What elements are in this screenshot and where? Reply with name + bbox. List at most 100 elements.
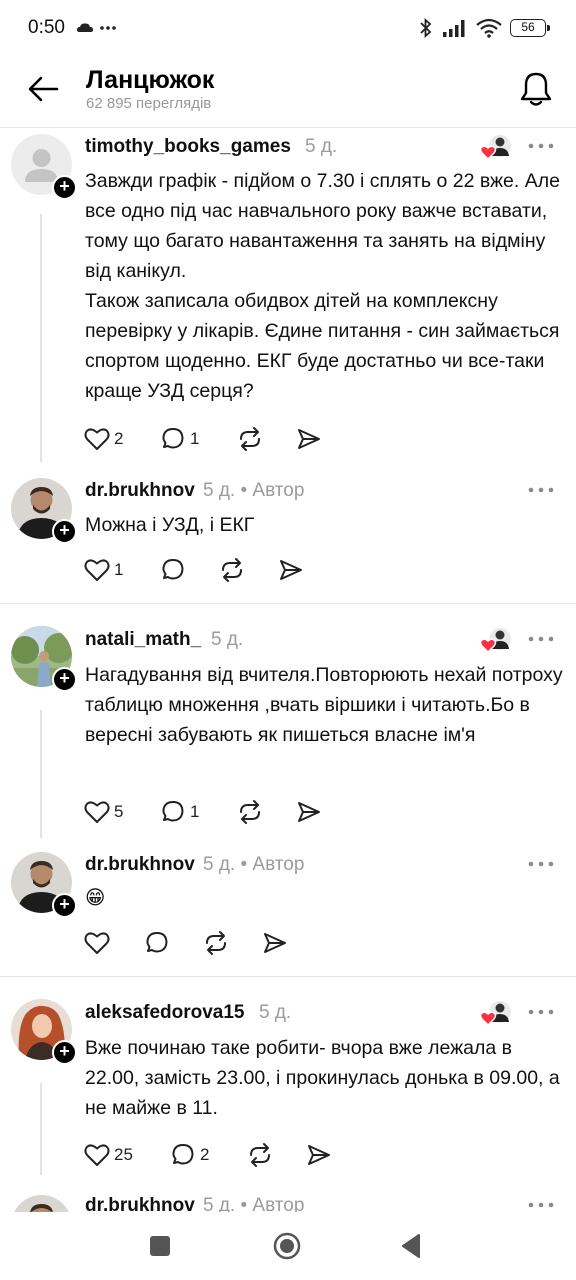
like-button[interactable]	[84, 929, 110, 957]
follow-plus-icon[interactable]: +	[52, 175, 77, 200]
like-button[interactable]: 25	[84, 1141, 133, 1169]
username[interactable]: dr.brukhnov	[85, 854, 195, 876]
send-icon	[280, 560, 302, 580]
share-button[interactable]	[306, 1141, 332, 1169]
system-nav-bar	[0, 1212, 576, 1280]
send-icon	[298, 802, 320, 822]
post-text: Вже починаю таке робити- вчора вже лежал…	[85, 1037, 566, 1119]
post: + natali_math_ 5 д. Нагадування від вчит…	[0, 604, 576, 844]
reply-button[interactable]: 1	[160, 425, 199, 453]
post-text: Можна і УЗД, і ЕКГ	[85, 514, 255, 536]
author-tag: • Автор	[240, 480, 305, 501]
post-text: 😁	[85, 887, 106, 909]
like-count: 25	[114, 1145, 133, 1164]
post: + dr.brukhnov 5 д. • Автор Можна і УЗД, …	[0, 465, 576, 603]
heart-icon	[84, 559, 110, 581]
post: dr.brukhnov 5 д. • Автор	[0, 1179, 576, 1212]
reply-count: 2	[200, 1145, 210, 1164]
cloud-icon	[77, 23, 93, 32]
back-arrow-icon[interactable]	[26, 74, 60, 104]
username[interactable]: dr.brukhnov	[85, 1195, 195, 1212]
home-circle-icon[interactable]	[272, 1231, 302, 1261]
repost-button[interactable]	[236, 425, 264, 453]
reply-button[interactable]: 1	[160, 798, 199, 826]
thread-feed[interactable]: + timothy_books_games 5 д. Завжди графік…	[0, 129, 576, 1212]
repost-icon	[250, 1143, 270, 1167]
signal-icon	[443, 20, 465, 37]
like-count: 2	[114, 429, 124, 448]
post: + timothy_books_games 5 д. Завжди графік…	[0, 129, 576, 465]
battery-icon: 56	[510, 19, 550, 37]
post-time: 5 д. • Автор	[203, 854, 305, 875]
status-bar: 0:50 56	[0, 0, 576, 58]
repost-button[interactable]	[202, 929, 230, 957]
post-time: 5 д.	[211, 629, 244, 650]
repost-button[interactable]	[246, 1141, 274, 1169]
status-time: 0:50	[28, 17, 65, 38]
like-count: 1	[114, 560, 124, 579]
post-actions: 25 2	[84, 1141, 344, 1169]
post-time: 5 д.	[305, 136, 338, 157]
bell-icon[interactable]	[518, 70, 554, 108]
like-button[interactable]: 5	[84, 798, 123, 826]
like-button[interactable]: 2	[84, 425, 123, 453]
username[interactable]: timothy_books_games	[85, 136, 291, 158]
post-actions	[84, 929, 294, 957]
author-liked-icon	[479, 628, 511, 654]
reply-button[interactable]: 2	[170, 1141, 209, 1169]
repost-icon	[240, 800, 260, 824]
comment-icon	[172, 1144, 194, 1165]
username[interactable]: aleksafedorova15	[85, 1002, 245, 1024]
post-actions: 5 1	[84, 798, 344, 826]
thread-line	[40, 1083, 42, 1175]
post-time: 5 д. • Автор	[203, 480, 305, 501]
send-icon	[308, 1145, 330, 1165]
like-button[interactable]: 1	[84, 556, 123, 584]
comment-icon	[162, 801, 184, 822]
like-count: 5	[114, 802, 124, 821]
more-options-icon[interactable]	[528, 1007, 554, 1017]
repost-button[interactable]	[218, 556, 246, 584]
repost-button[interactable]	[236, 798, 264, 826]
post-actions: 1	[84, 556, 314, 584]
follow-plus-icon[interactable]: +	[52, 1040, 77, 1065]
post-text: Нагадування від вчителя.Повторюють нехай…	[85, 664, 569, 746]
heart-icon	[84, 801, 110, 823]
repost-icon	[222, 558, 242, 582]
recents-square-icon[interactable]	[148, 1234, 172, 1258]
avatar[interactable]	[11, 1195, 72, 1212]
author-tag: • Автор	[240, 1195, 305, 1212]
share-button[interactable]	[296, 425, 322, 453]
username[interactable]: dr.brukhnov	[85, 480, 195, 502]
app-header: Ланцюжок 62 895 переглядів	[0, 58, 576, 128]
heart-icon	[84, 428, 110, 450]
more-options-icon[interactable]	[528, 141, 554, 151]
view-count: 62 895 переглядів	[86, 95, 212, 112]
share-button[interactable]	[262, 929, 288, 957]
follow-plus-icon[interactable]: +	[52, 667, 77, 692]
reply-count: 1	[190, 802, 200, 821]
back-triangle-icon[interactable]	[399, 1233, 423, 1259]
post-time: 5 д. • Автор	[203, 1195, 304, 1212]
post-actions: 2 1	[84, 425, 344, 453]
more-options-icon[interactable]	[528, 634, 554, 644]
share-button[interactable]	[278, 556, 304, 584]
reply-button[interactable]	[144, 929, 170, 957]
heart-icon	[84, 1144, 110, 1166]
post-time: 5 д.	[259, 1002, 292, 1023]
username[interactable]: natali_math_	[85, 629, 201, 651]
follow-plus-icon[interactable]: +	[52, 519, 77, 544]
send-icon	[298, 429, 320, 449]
bluetooth-icon	[420, 17, 432, 39]
post: + aleksafedorova15 5 д. Вже починаю таке…	[0, 977, 576, 1179]
more-options-icon[interactable]	[528, 859, 554, 869]
heart-icon	[84, 932, 110, 954]
author-liked-icon	[479, 135, 511, 161]
more-options-icon[interactable]	[528, 1200, 554, 1210]
share-button[interactable]	[296, 798, 322, 826]
follow-plus-icon[interactable]: +	[52, 893, 77, 918]
reply-button[interactable]	[160, 556, 186, 584]
thread-line	[40, 214, 42, 462]
more-options-icon[interactable]	[528, 485, 554, 495]
comment-icon	[162, 559, 184, 580]
